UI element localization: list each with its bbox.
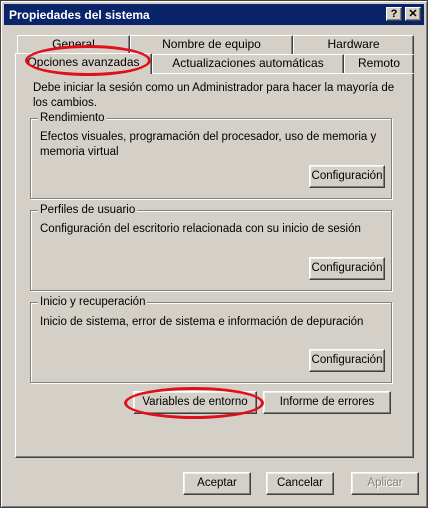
error-reporting-button[interactable]: Informe de errores [263,391,391,414]
close-button[interactable]: ✕ [405,7,421,21]
accept-button[interactable]: Aceptar [183,472,251,495]
tab-automatic-updates-label: Actualizaciones automáticas [172,56,324,70]
tab-computer-name[interactable]: Nombre de equipo [130,35,293,54]
performance-settings-button[interactable]: Configuración [309,165,385,188]
tab-hardware[interactable]: Hardware [293,35,414,54]
user-profiles-description: Configuración del escritorio relacionada… [40,223,361,235]
startup-recovery-description: Inicio de sistema, error de sistema e in… [40,316,364,328]
title-bar[interactable]: Propiedades del sistema ? ✕ [4,4,424,25]
tab-advanced-options-label: Opciones avanzadas [27,55,140,69]
tab-remote-label: Remoto [357,56,401,70]
tab-general-label: General [52,37,95,51]
tab-advanced-options[interactable]: Opciones avanzadas [15,53,152,74]
user-profiles-group-title: Perfiles de usuario [38,203,138,217]
startup-recovery-settings-button[interactable]: Configuración [309,349,385,372]
performance-group-title: Rendimiento [38,111,107,125]
help-button[interactable]: ? [386,7,402,21]
advanced-options-panel: Debe iniciar la sesión como un Administr… [15,73,414,458]
startup-recovery-group-title: Inicio y recuperación [38,295,148,309]
system-properties-window: Propiedades del sistema ? ✕ General Nomb… [0,0,428,508]
close-icon: ✕ [408,8,418,20]
cancel-button[interactable]: Cancelar [266,472,334,495]
user-profiles-group: Perfiles de usuario Configuración del es… [30,203,392,291]
apply-button[interactable]: Aplicar [351,472,419,495]
startup-recovery-group: Inicio y recuperación Inicio de sistema,… [30,295,392,383]
user-profiles-settings-button[interactable]: Configuración [309,257,385,280]
tab-hardware-label: Hardware [327,37,380,51]
help-icon: ? [390,8,398,20]
window-title: Propiedades del sistema [9,8,150,22]
performance-description: Efectos visuales, programación del proce… [40,131,377,158]
tab-remote[interactable]: Remoto [344,54,414,73]
admin-notice: Debe iniciar la sesión como un Administr… [33,82,395,109]
tab-computer-name-label: Nombre de equipo [162,37,261,51]
tab-general[interactable]: General [17,35,130,54]
environment-variables-button[interactable]: Variables de entorno [133,391,257,414]
tab-automatic-updates[interactable]: Actualizaciones automáticas [152,54,344,73]
performance-group: Rendimiento Efectos visuales, programaci… [30,111,392,199]
